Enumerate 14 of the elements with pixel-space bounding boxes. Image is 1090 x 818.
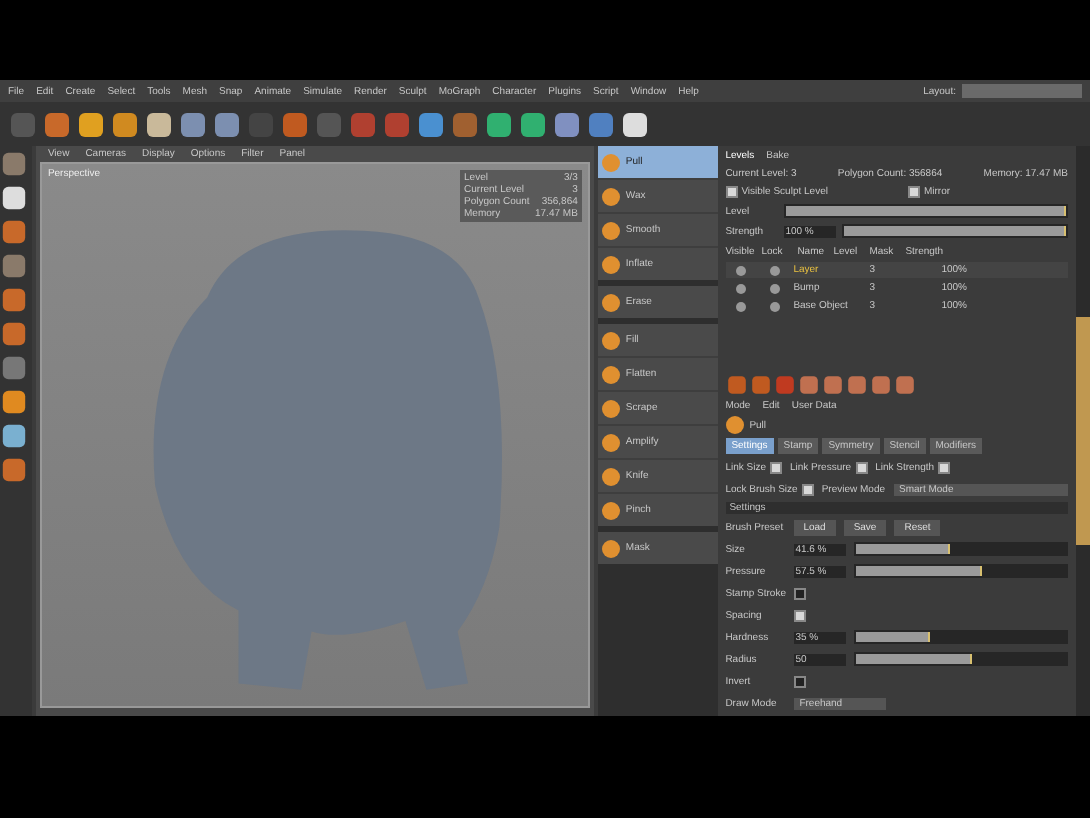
slider-track[interactable] xyxy=(853,652,1069,666)
checkbox[interactable] xyxy=(801,483,814,495)
checkbox[interactable] xyxy=(725,186,738,198)
checkbox[interactable] xyxy=(793,675,806,687)
checkbox[interactable] xyxy=(769,461,782,473)
checkbox[interactable] xyxy=(793,609,806,621)
checkbox[interactable] xyxy=(938,461,951,473)
slider-track[interactable] xyxy=(853,630,1069,644)
checkbox[interactable] xyxy=(907,186,920,198)
slider-track[interactable] xyxy=(853,542,1069,556)
checkbox[interactable] xyxy=(855,461,868,473)
checkbox[interactable] xyxy=(793,587,806,599)
slider-track[interactable] xyxy=(853,564,1069,578)
layout-field[interactable] xyxy=(962,84,1082,98)
